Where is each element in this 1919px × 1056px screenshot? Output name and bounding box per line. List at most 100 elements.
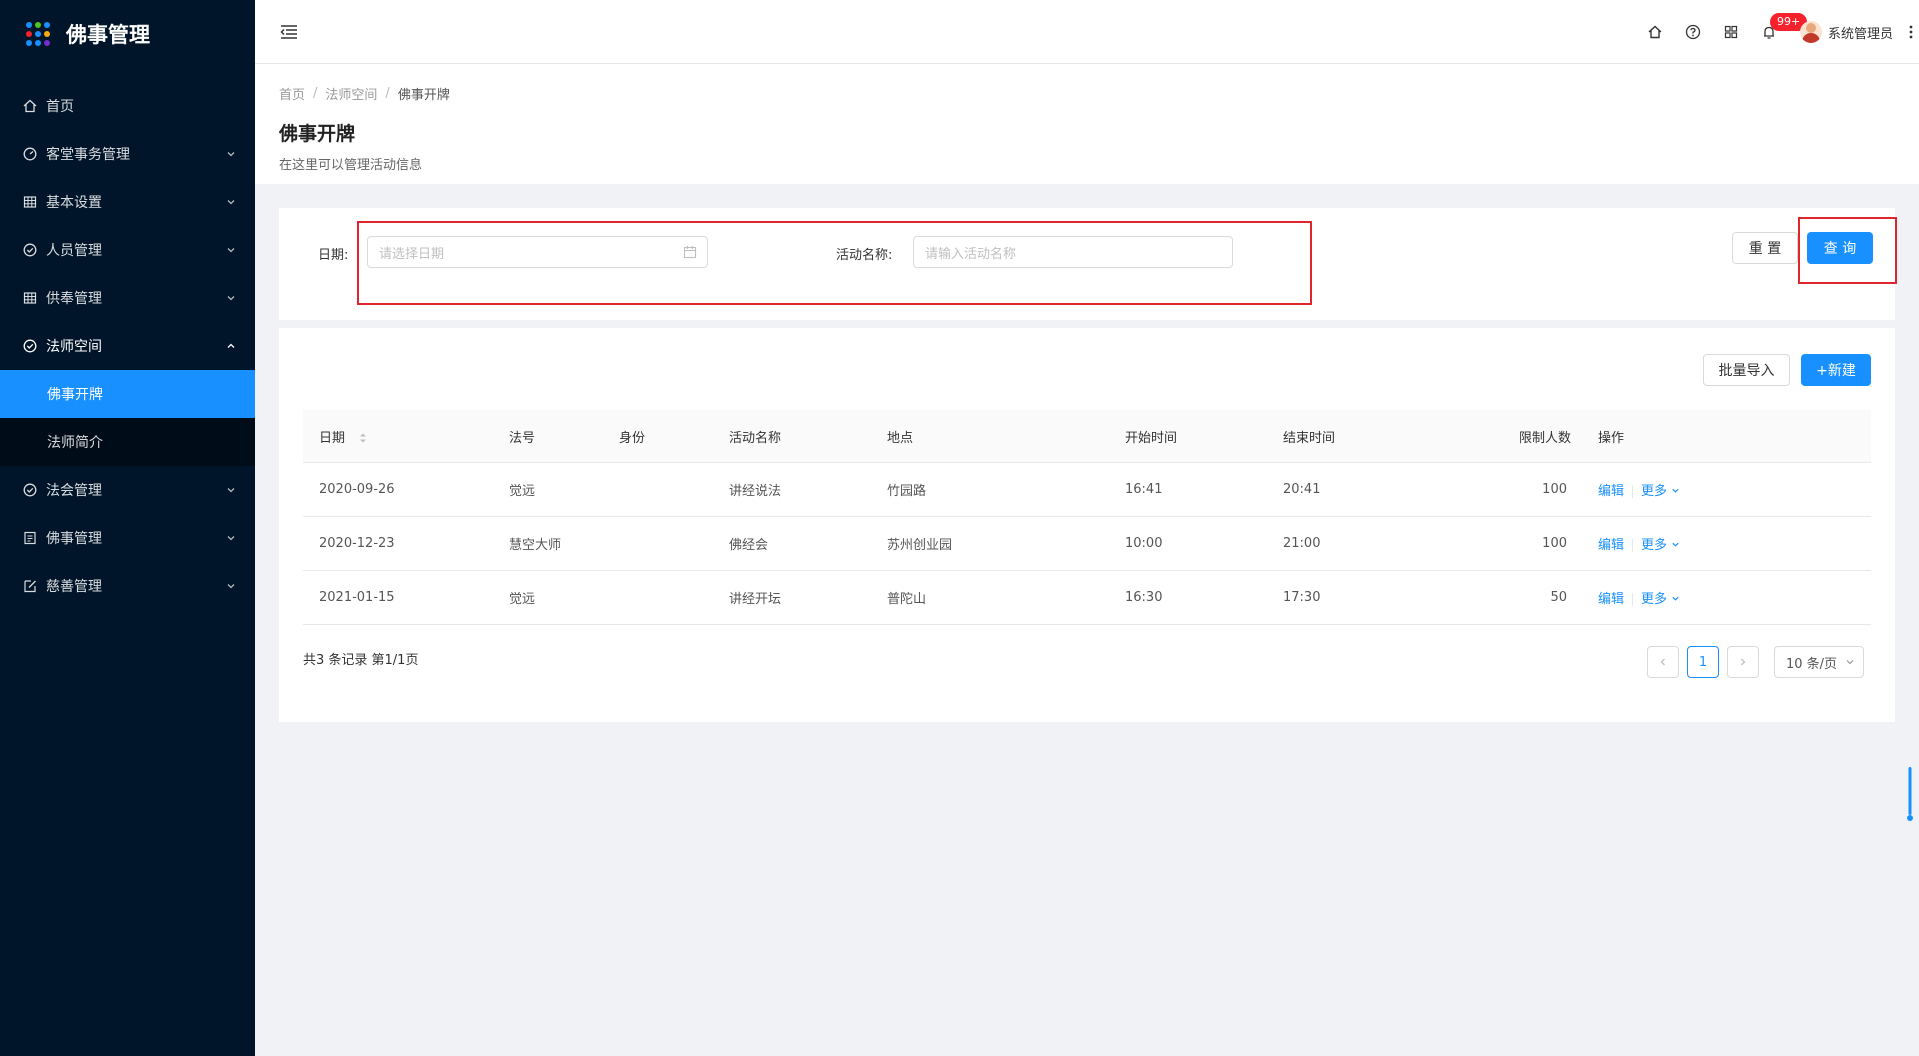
sidebar: 佛事管理 首页 客堂事务管理 基本设置 人员管理 供奉管理 法师空间 佛事开牌 … bbox=[0, 0, 255, 1056]
more-dropdown[interactable]: 更多 bbox=[1641, 592, 1680, 607]
menu-fold-icon[interactable] bbox=[279, 22, 299, 42]
sidebar-item-label: 人员管理 bbox=[46, 243, 102, 259]
batch-import-button[interactable]: 批量导入 bbox=[1703, 354, 1790, 386]
cell-actions: 编辑 更多 bbox=[1598, 588, 1680, 607]
chevron-down-icon bbox=[1846, 660, 1854, 665]
cell-limit: 100 bbox=[1542, 482, 1567, 497]
divider bbox=[1632, 593, 1634, 606]
appstore-icon[interactable] bbox=[1712, 0, 1750, 64]
create-button[interactable]: +新建 bbox=[1801, 354, 1871, 386]
table-icon bbox=[22, 194, 38, 210]
apps-grid-icon bbox=[26, 22, 50, 46]
user-menu[interactable]: 系统管理员 bbox=[1788, 0, 1903, 64]
table-row: 2021-01-15 觉远 讲经开坛 普陀山 16:30 17:30 50 编辑… bbox=[303, 571, 1871, 625]
profile-icon bbox=[22, 530, 38, 546]
more-label: 更多 bbox=[1641, 484, 1668, 499]
chevron-right-icon bbox=[1741, 658, 1746, 666]
edit-link[interactable]: 编辑 bbox=[1598, 538, 1624, 553]
breadcrumb-home[interactable]: 首页 bbox=[279, 84, 305, 103]
table-icon bbox=[22, 290, 38, 306]
cell-end-time: 21:00 bbox=[1283, 536, 1321, 551]
sidebar-item-buddhist-service-open[interactable]: 佛事开牌 bbox=[0, 370, 255, 418]
scroll-handle[interactable] bbox=[1907, 767, 1913, 823]
sidebar-item-buddhist-affairs[interactable]: 佛事管理 bbox=[0, 514, 255, 562]
divider bbox=[1632, 539, 1634, 552]
home-icon[interactable] bbox=[1636, 0, 1674, 64]
chevron-up-icon bbox=[225, 340, 237, 352]
cell-start-time: 16:30 bbox=[1125, 590, 1163, 605]
side-menu: 首页 客堂事务管理 基本设置 人员管理 供奉管理 法师空间 佛事开牌 法师简介 … bbox=[0, 82, 255, 610]
chevron-down-icon bbox=[225, 196, 237, 208]
more-dropdown[interactable]: 更多 bbox=[1641, 538, 1680, 553]
cell-start-time: 16:41 bbox=[1125, 482, 1163, 497]
chevron-down-icon bbox=[1672, 488, 1679, 493]
check-circle-icon bbox=[22, 242, 38, 258]
page-size-select[interactable]: 10 条/页 bbox=[1774, 646, 1864, 678]
sidebar-item-label: 慈善管理 bbox=[46, 579, 102, 595]
more-vertical-icon[interactable] bbox=[1903, 0, 1919, 64]
logo[interactable]: 佛事管理 bbox=[0, 0, 255, 68]
cell-date: 2020-09-26 bbox=[319, 482, 395, 497]
sidebar-item-label: 佛事管理 bbox=[46, 531, 102, 547]
logo-text: 佛事管理 bbox=[66, 23, 150, 47]
cell-limit: 100 bbox=[1542, 536, 1567, 551]
sidebar-item-charity[interactable]: 慈善管理 bbox=[0, 562, 255, 610]
cell-actions: 编辑 更多 bbox=[1598, 480, 1680, 499]
dashboard-icon bbox=[22, 146, 38, 162]
page-description: 在这里可以管理活动信息 bbox=[279, 158, 423, 173]
help-icon[interactable] bbox=[1674, 0, 1712, 64]
notification-bell[interactable]: 99+ bbox=[1750, 0, 1808, 64]
check-circle-icon bbox=[22, 482, 38, 498]
column-header-date[interactable]: 日期 bbox=[319, 427, 367, 446]
search-form: 日期: 请选择日期 活动名称: 请输入活动名称 重 置 查 询 bbox=[279, 208, 1897, 320]
column-header-label: 日期 bbox=[319, 430, 346, 446]
cell-dharma-name: 觉远 bbox=[509, 592, 536, 607]
chevron-left-icon bbox=[1660, 658, 1665, 666]
sidebar-item-master-space[interactable]: 法师空间 bbox=[0, 322, 255, 370]
column-header-place: 地点 bbox=[887, 430, 914, 446]
sidebar-item-master-intro[interactable]: 法师简介 bbox=[0, 418, 255, 466]
divider bbox=[1632, 485, 1634, 498]
more-dropdown[interactable]: 更多 bbox=[1641, 484, 1680, 499]
breadcrumb-master-space[interactable]: 法师空间 bbox=[325, 84, 377, 103]
check-circle-icon bbox=[22, 338, 38, 354]
sidebar-item-label: 客堂事务管理 bbox=[46, 147, 130, 163]
more-label: 更多 bbox=[1641, 538, 1668, 553]
cell-end-time: 20:41 bbox=[1283, 482, 1321, 497]
pagination-total: 共3 条记录 第1/1页 bbox=[303, 653, 419, 668]
edit-icon bbox=[22, 578, 38, 594]
breadcrumb-separator: / bbox=[385, 86, 390, 101]
sidebar-item-guest-affairs[interactable]: 客堂事务管理 bbox=[0, 130, 255, 178]
sidebar-item-basic-settings[interactable]: 基本设置 bbox=[0, 178, 255, 226]
cell-activity: 讲经开坛 bbox=[729, 592, 782, 607]
breadcrumb-current: 佛事开牌 bbox=[397, 88, 450, 103]
sidebar-item-offerings[interactable]: 供奉管理 bbox=[0, 274, 255, 322]
sidebar-item-home[interactable]: 首页 bbox=[0, 82, 255, 130]
prev-page-button[interactable] bbox=[1647, 646, 1679, 678]
sidebar-item-label: 法会管理 bbox=[46, 483, 102, 499]
sidebar-item-label: 法师空间 bbox=[46, 339, 102, 355]
column-header-limit: 限制人数 bbox=[1518, 430, 1571, 446]
cell-place: 竹园路 bbox=[887, 484, 927, 499]
submenu-master-space: 佛事开牌 法师简介 bbox=[0, 370, 255, 466]
reset-button[interactable]: 重 置 bbox=[1732, 232, 1798, 264]
top-header: 99+ 系统管理员 bbox=[255, 0, 1919, 64]
table-header: 日期 法号 身份 活动名称 地点 开始时间 结束时间 限制人数 操作 bbox=[303, 410, 1871, 463]
sidebar-item-personnel[interactable]: 人员管理 bbox=[0, 226, 255, 274]
edit-link[interactable]: 编辑 bbox=[1598, 484, 1624, 499]
username: 系统管理员 bbox=[1827, 26, 1893, 42]
highlight-box-filters bbox=[357, 221, 1312, 305]
edit-link[interactable]: 编辑 bbox=[1598, 592, 1624, 607]
table-row: 2020-09-26 觉远 讲经说法 竹园路 16:41 20:41 100 编… bbox=[303, 463, 1871, 517]
next-page-button[interactable] bbox=[1727, 646, 1759, 678]
sidebar-item-dharma-assembly[interactable]: 法会管理 bbox=[0, 466, 255, 514]
avatar bbox=[1799, 21, 1822, 43]
page-1-button[interactable]: 1 bbox=[1687, 646, 1719, 678]
sort-icon[interactable] bbox=[359, 432, 367, 444]
chevron-down-icon bbox=[225, 532, 237, 544]
cell-dharma-name: 慧空大师 bbox=[509, 538, 562, 553]
sidebar-item-label: 基本设置 bbox=[46, 195, 102, 211]
date-label: 日期: bbox=[318, 248, 349, 263]
chevron-down-icon bbox=[225, 244, 237, 256]
cell-end-time: 17:30 bbox=[1283, 590, 1321, 605]
